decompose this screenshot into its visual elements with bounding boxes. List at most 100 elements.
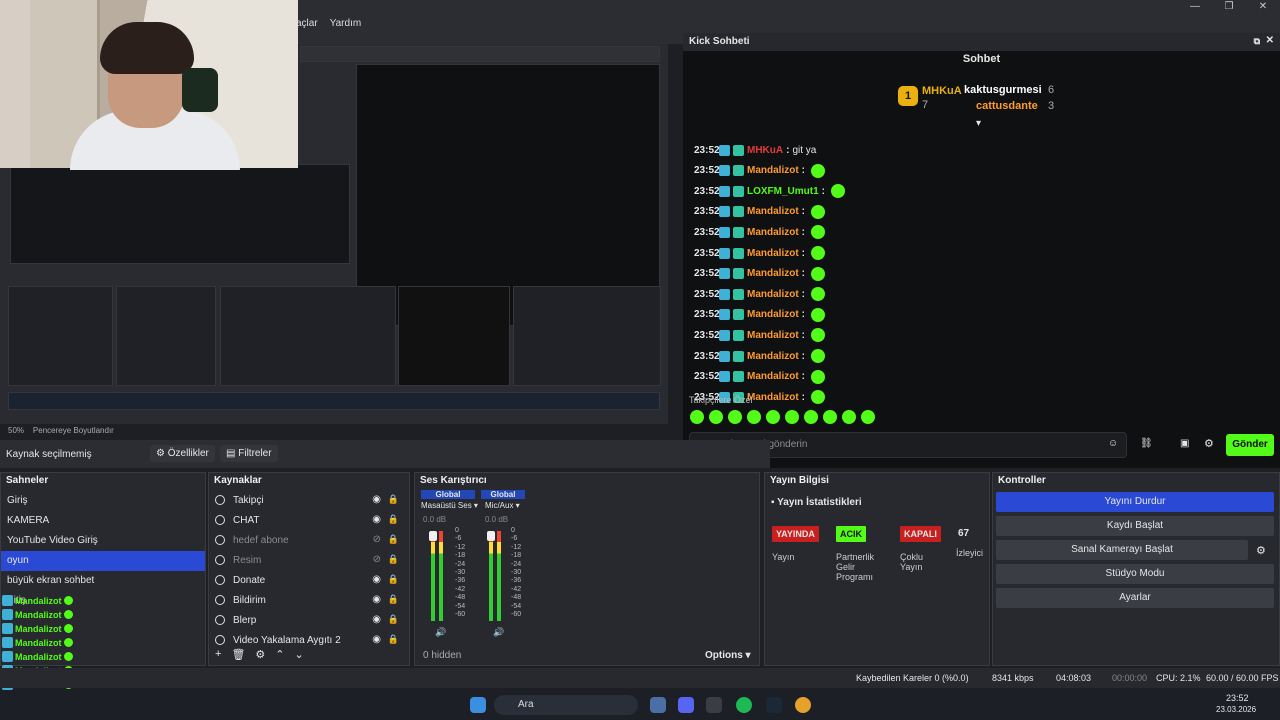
store-icon[interactable]: ▣ [1180,438,1189,449]
eye-icon[interactable]: ◉ [372,594,381,605]
gear-icon[interactable]: ⚙ [1204,437,1214,450]
speaker-icon[interactable]: 🔊 [435,627,446,638]
lock-icon[interactable]: 🔒 [388,634,399,645]
volume-fader[interactable] [487,531,495,541]
mic-select[interactable]: Mic/Aux ▾ [485,501,520,510]
source-item[interactable]: Takipçi ◉ 🔒 [209,491,409,511]
desktop-audio-select[interactable]: Masaüstü Ses ▾ [421,501,478,510]
chrome-icon[interactable] [795,697,811,713]
message-username[interactable]: Mandalizot [747,165,799,176]
spotify-icon[interactable] [736,697,752,713]
source-item[interactable]: Donate ◉ 🔒 [209,571,409,591]
lock-icon[interactable]: 🔒 [388,554,399,565]
float-icon[interactable]: ⧉ [1254,36,1260,47]
app-icon[interactable] [650,697,666,713]
properties-button[interactable]: ⚙ Özellikler [150,445,215,462]
message-username[interactable]: Mandalizot [747,248,799,259]
source-item[interactable]: Resim ⊘ 🔒 [209,551,409,571]
taskbar-search[interactable]: Ara [494,695,638,715]
lock-icon[interactable]: 🔒 [388,614,399,625]
scene-item[interactable]: Giriş [1,491,205,511]
leader-2-name[interactable]: kaktusgurmesi [964,84,1042,96]
emote-icon [811,246,826,260]
lock-icon[interactable]: 🔒 [388,514,399,525]
eye-icon[interactable]: ◉ [372,494,381,505]
eye-off-icon[interactable]: ⊘ [373,554,381,565]
lock-icon[interactable]: 🔒 [388,494,399,505]
scene-item[interactable]: oyun [1,551,205,571]
eye-icon[interactable]: ◉ [372,634,381,645]
message-username[interactable]: MHKuA [747,145,783,156]
scene-item[interactable]: KAMERA [1,511,205,531]
maximize-button[interactable]: ❐ [1212,1,1246,15]
eye-icon[interactable]: ◉ [372,514,381,525]
scene-item[interactable]: YouTube Video Giriş [1,531,205,551]
zoom-level[interactable]: 50% [8,426,24,435]
message-username[interactable]: LOXFM_Umut1 [747,186,819,197]
source-item[interactable]: Blerp ◉ 🔒 [209,611,409,631]
leader-3-name[interactable]: cattusdante [976,100,1038,112]
emote-icon[interactable] [785,410,799,424]
eye-off-icon[interactable]: ⊘ [373,534,381,545]
volume-fader[interactable] [429,531,437,541]
discord-icon[interactable] [678,697,694,713]
studio-mode-button[interactable]: Stüdyo Modu [996,564,1274,584]
gear-icon[interactable]: ⚙ [1256,544,1266,557]
message-username[interactable]: Mandalizot [747,351,799,362]
close-button[interactable]: ✕ [1246,1,1280,15]
eye-icon[interactable]: ◉ [372,574,381,585]
lock-icon[interactable]: 🔒 [388,574,399,585]
emoji-icon[interactable]: ☺ [1108,438,1118,449]
eye-icon[interactable]: ◉ [372,614,381,625]
add-icon[interactable]: + [215,648,221,661]
message-username[interactable]: Mandalizot [747,206,799,217]
trash-icon[interactable]: 🗑 [231,648,245,661]
emote-icon[interactable] [747,410,761,424]
lock-icon[interactable]: 🔒 [388,594,399,605]
message-username[interactable]: Mandalizot [747,309,799,320]
arrow-down-icon[interactable]: ⌄ [295,648,304,661]
badge-icon [733,309,744,321]
message-username[interactable]: Mandalizot [747,268,799,279]
start-icon[interactable] [470,697,486,713]
lock-icon[interactable]: 🔒 [388,534,399,545]
gear-icon[interactable]: ⚙ [255,648,265,661]
link-icon[interactable]: ⛓ [1140,438,1153,449]
menu-item-help[interactable]: Yardım [330,18,362,29]
message-username[interactable]: Mandalizot [747,227,799,238]
send-button[interactable]: Gönder [1226,434,1274,456]
message-username[interactable]: Mandalizot [747,392,799,403]
source-item[interactable]: CHAT ◉ 🔒 [209,511,409,531]
start-virtual-camera-button[interactable]: Sanal Kamerayı Başlat [996,540,1248,560]
emote-icon[interactable] [823,410,837,424]
settings-button[interactable]: Ayarlar [996,588,1274,608]
emote-icon[interactable] [728,410,742,424]
menu-item-tools[interactable]: açlar [296,18,318,29]
emote-icon[interactable] [804,410,818,424]
options-dropdown[interactable]: Options ▾ [705,650,751,661]
minimize-button[interactable]: — [1178,1,1212,15]
source-item[interactable]: Bildirim ◉ 🔒 [209,591,409,611]
chevron-down-icon[interactable]: ▾ [976,118,981,129]
filters-button[interactable]: ▤ Filtreler [220,445,278,462]
message-username[interactable]: Mandalizot [747,289,799,300]
start-recording-button[interactable]: Kaydı Başlat [996,516,1274,536]
obs-icon[interactable] [706,697,722,713]
message-username[interactable]: Mandalizot [747,371,799,382]
emote-icon[interactable] [842,410,856,424]
source-item[interactable]: hedef abone ⊘ 🔒 [209,531,409,551]
stop-stream-button[interactable]: Yayını Durdur [996,492,1274,512]
emote-icon[interactable] [690,410,704,424]
emote-icon[interactable] [766,410,780,424]
emote-icon[interactable] [709,410,723,424]
scene-item[interactable]: büyük ekran sohbet [1,571,205,591]
arrow-up-icon[interactable]: ⌃ [275,648,284,661]
leader-name[interactable]: MHKuA [922,85,962,97]
fit-mode[interactable]: Pencereye Boyutlandır [33,426,114,435]
steam-icon[interactable] [766,697,782,713]
emote-icon[interactable] [861,410,875,424]
message-username[interactable]: Mandalizot [747,330,799,341]
speaker-icon[interactable]: 🔊 [493,627,504,638]
source-item[interactable]: Video Yakalama Aygıtı 2 ◉ 🔒 [209,631,409,645]
close-icon[interactable]: ✕ [1266,35,1274,46]
